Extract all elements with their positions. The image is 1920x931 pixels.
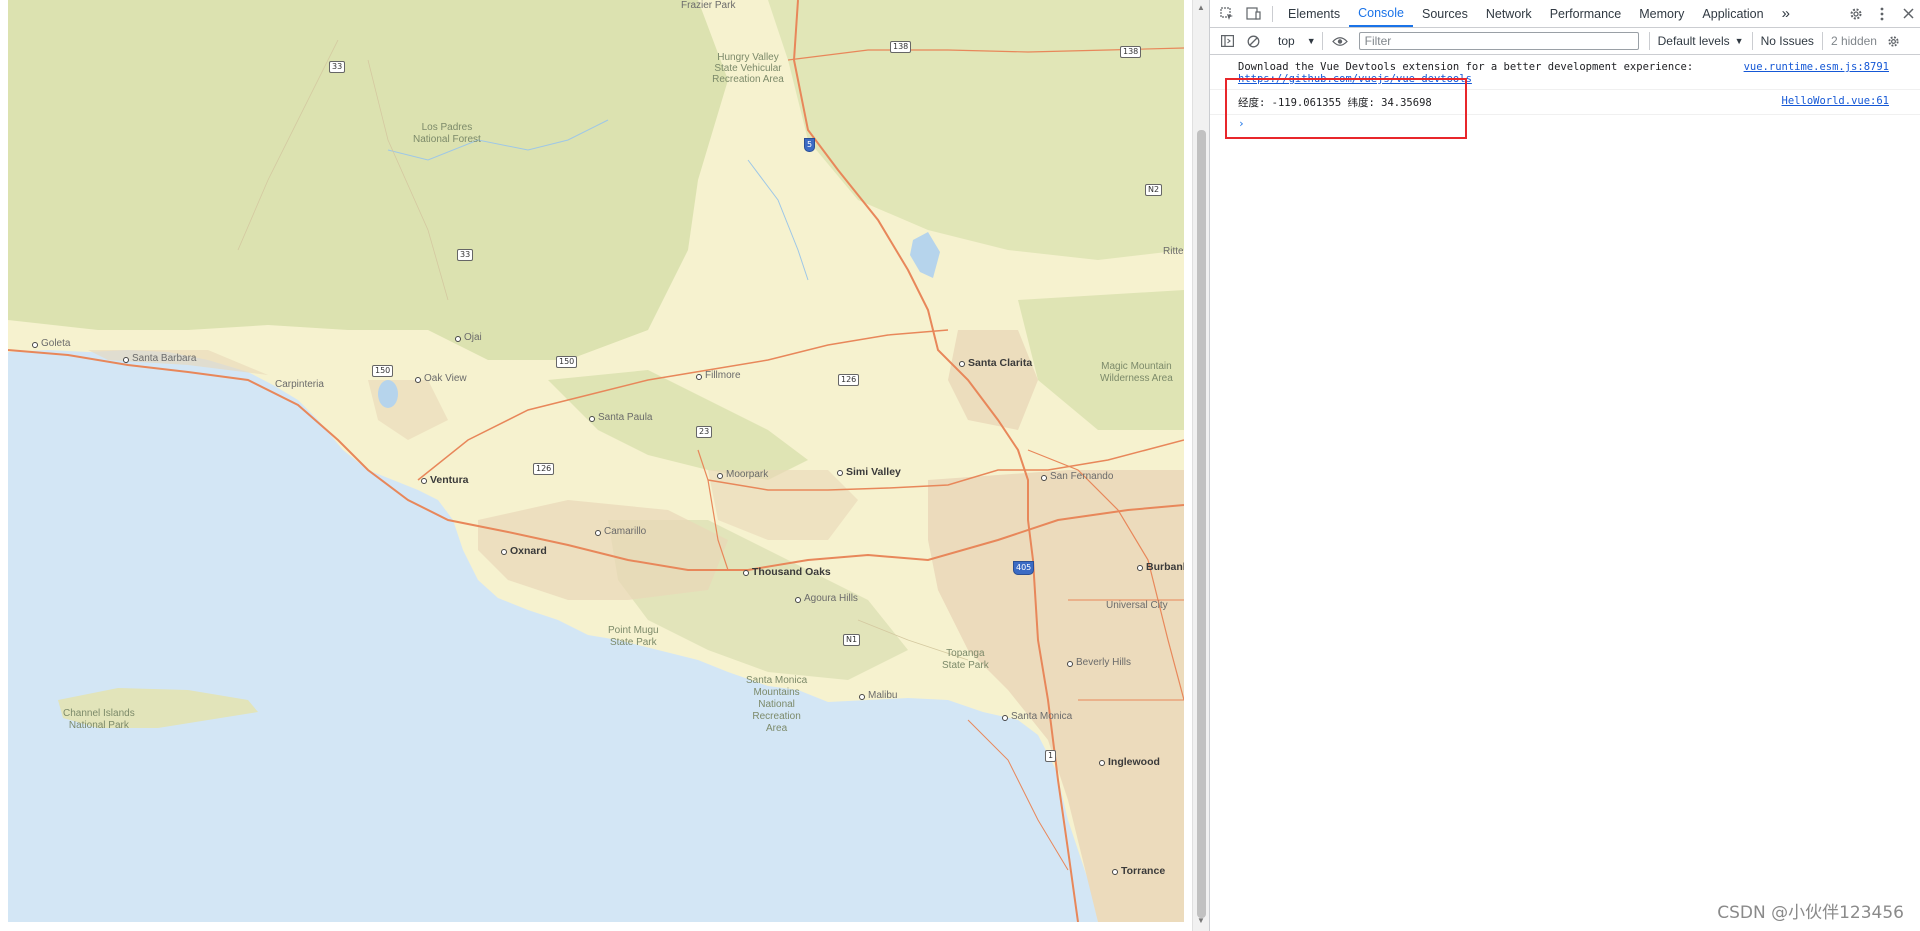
route-shield: 138 (1120, 46, 1142, 58)
map-view[interactable]: Frazier Park Hungry Valley State Vehicul… (8, 0, 1184, 922)
route-shield: 23 (696, 426, 713, 438)
page-scrollbar[interactable]: ▲ ▼ (1192, 0, 1210, 931)
caret-down-icon: ▼ (1734, 36, 1744, 46)
filter-placeholder: Filter (1364, 34, 1392, 48)
place-fillmore: Fillmore (696, 370, 741, 381)
route-shield: 150 (556, 356, 578, 368)
scroll-up-arrow-icon[interactable]: ▲ (1197, 3, 1205, 12)
clear-console-icon[interactable] (1240, 28, 1266, 54)
device-toolbar-icon[interactable] (1240, 0, 1266, 27)
console-settings-gear-icon[interactable] (1881, 28, 1907, 54)
place-camarillo: Camarillo (594, 526, 647, 537)
route-shield: 138 (890, 41, 912, 53)
place-frazier-park: Frazier Park (681, 0, 736, 11)
devtools-panel: Elements Console Sources Network Perform… (1209, 0, 1920, 931)
place-santa-monica: Santa Monica (1001, 711, 1073, 722)
route-shield: 126 (838, 374, 860, 386)
place-los-padres: Los Padres National Forest (413, 122, 481, 145)
place-santa-barbara: Santa Barbara (123, 353, 197, 364)
tab-console[interactable]: Console (1349, 0, 1413, 27)
place-point-mugu: Point Mugu State Park (608, 625, 659, 648)
route-shield: 126 (533, 463, 555, 475)
message-source-link[interactable]: vue.runtime.esm.js:8791 (1744, 61, 1889, 73)
place-oxnard: Oxnard (501, 545, 547, 557)
more-tabs-button[interactable]: » (1773, 0, 1799, 27)
gear-icon[interactable] (1843, 0, 1869, 27)
place-burbank: Burbank (1137, 561, 1184, 573)
scroll-down-arrow-icon[interactable]: ▼ (1197, 916, 1205, 925)
highlight-box (1225, 78, 1467, 139)
kebab-menu-icon[interactable] (1869, 0, 1895, 27)
console-toolbar: top ▼ Filter Default levels ▼ No Issues … (1210, 28, 1920, 55)
hidden-messages-count: 2 hidden (1821, 32, 1881, 50)
place-agoura-hills: Agoura Hills (795, 593, 858, 604)
place-torrance: Torrance (1111, 865, 1166, 877)
tab-sources[interactable]: Sources (1413, 0, 1477, 27)
route-shield: 1 (1045, 750, 1057, 762)
place-beverly-hills: Beverly Hills (1066, 657, 1132, 668)
place-ojai: Ojai (455, 332, 482, 343)
place-moorpark: Moorpark (716, 469, 769, 480)
place-channel-islands: Channel Islands National Park (63, 708, 135, 731)
issues-label: No Issues (1760, 34, 1814, 48)
place-ventura: Ventura (421, 474, 469, 486)
place-santa-clarita: Santa Clarita (958, 357, 1033, 369)
map-canvas (8, 0, 1184, 922)
place-oak-view: Oak View (415, 373, 467, 384)
sidebar-toggle-icon[interactable] (1214, 28, 1240, 54)
route-shield: N1 (843, 634, 861, 646)
hidden-label: 2 hidden (1830, 34, 1877, 48)
watermark: CSDN @小伙伴123456 (1717, 903, 1904, 923)
filter-input[interactable]: Filter (1358, 32, 1639, 50)
place-universal-city: Universal City (1106, 600, 1168, 611)
caret-down-icon: ▼ (1306, 36, 1316, 46)
tab-performance[interactable]: Performance (1541, 0, 1631, 27)
place-santa-paula: Santa Paula (589, 412, 653, 423)
tab-memory[interactable]: Memory (1630, 0, 1693, 27)
place-carpinteria: Carpinteria (275, 379, 324, 390)
place-magic-mountain: Magic Mountain Wilderness Area (1100, 361, 1173, 384)
place-ritte: Ritte (1163, 246, 1184, 257)
place-santa-monica-mountains: Santa Monica Mountains National Recreati… (746, 675, 808, 734)
place-hungry-valley: Hungry Valley State Vehicular Recreation… (712, 52, 784, 85)
scrollbar-thumb[interactable] (1197, 130, 1206, 918)
place-goleta: Goleta (31, 338, 71, 349)
place-malibu: Malibu (858, 690, 898, 701)
place-san-fernando: San Fernando (1040, 471, 1114, 482)
log-levels-label: Default levels (1657, 34, 1730, 48)
inspect-element-icon[interactable] (1214, 0, 1240, 27)
eye-icon[interactable] (1327, 28, 1353, 54)
devtools-tabbar: Elements Console Sources Network Perform… (1210, 0, 1920, 28)
route-shield: 33 (457, 249, 474, 261)
tab-network[interactable]: Network (1477, 0, 1541, 27)
interstate-shield: 5 (804, 138, 816, 152)
close-icon[interactable] (1895, 0, 1920, 27)
route-shield: 150 (372, 365, 394, 377)
place-thousand-oaks: Thousand Oaks (743, 566, 831, 578)
tab-elements[interactable]: Elements (1279, 0, 1349, 27)
log-levels-dropdown[interactable]: Default levels ▼ (1648, 32, 1752, 50)
place-topanga: Topanga State Park (942, 648, 989, 671)
route-shield: 33 (329, 61, 346, 73)
context-selector[interactable]: top ▼ (1272, 32, 1323, 50)
tab-application[interactable]: Application (1693, 0, 1772, 27)
route-shield: N2 (1145, 184, 1163, 196)
place-simi-valley: Simi Valley (837, 466, 901, 478)
interstate-shield: 405 (1013, 561, 1035, 575)
context-label: top (1278, 34, 1295, 48)
message-source-link[interactable]: HelloWorld.vue:61 (1782, 95, 1889, 107)
issues-counter[interactable]: No Issues (1751, 32, 1822, 50)
place-inglewood: Inglewood (1099, 756, 1160, 768)
